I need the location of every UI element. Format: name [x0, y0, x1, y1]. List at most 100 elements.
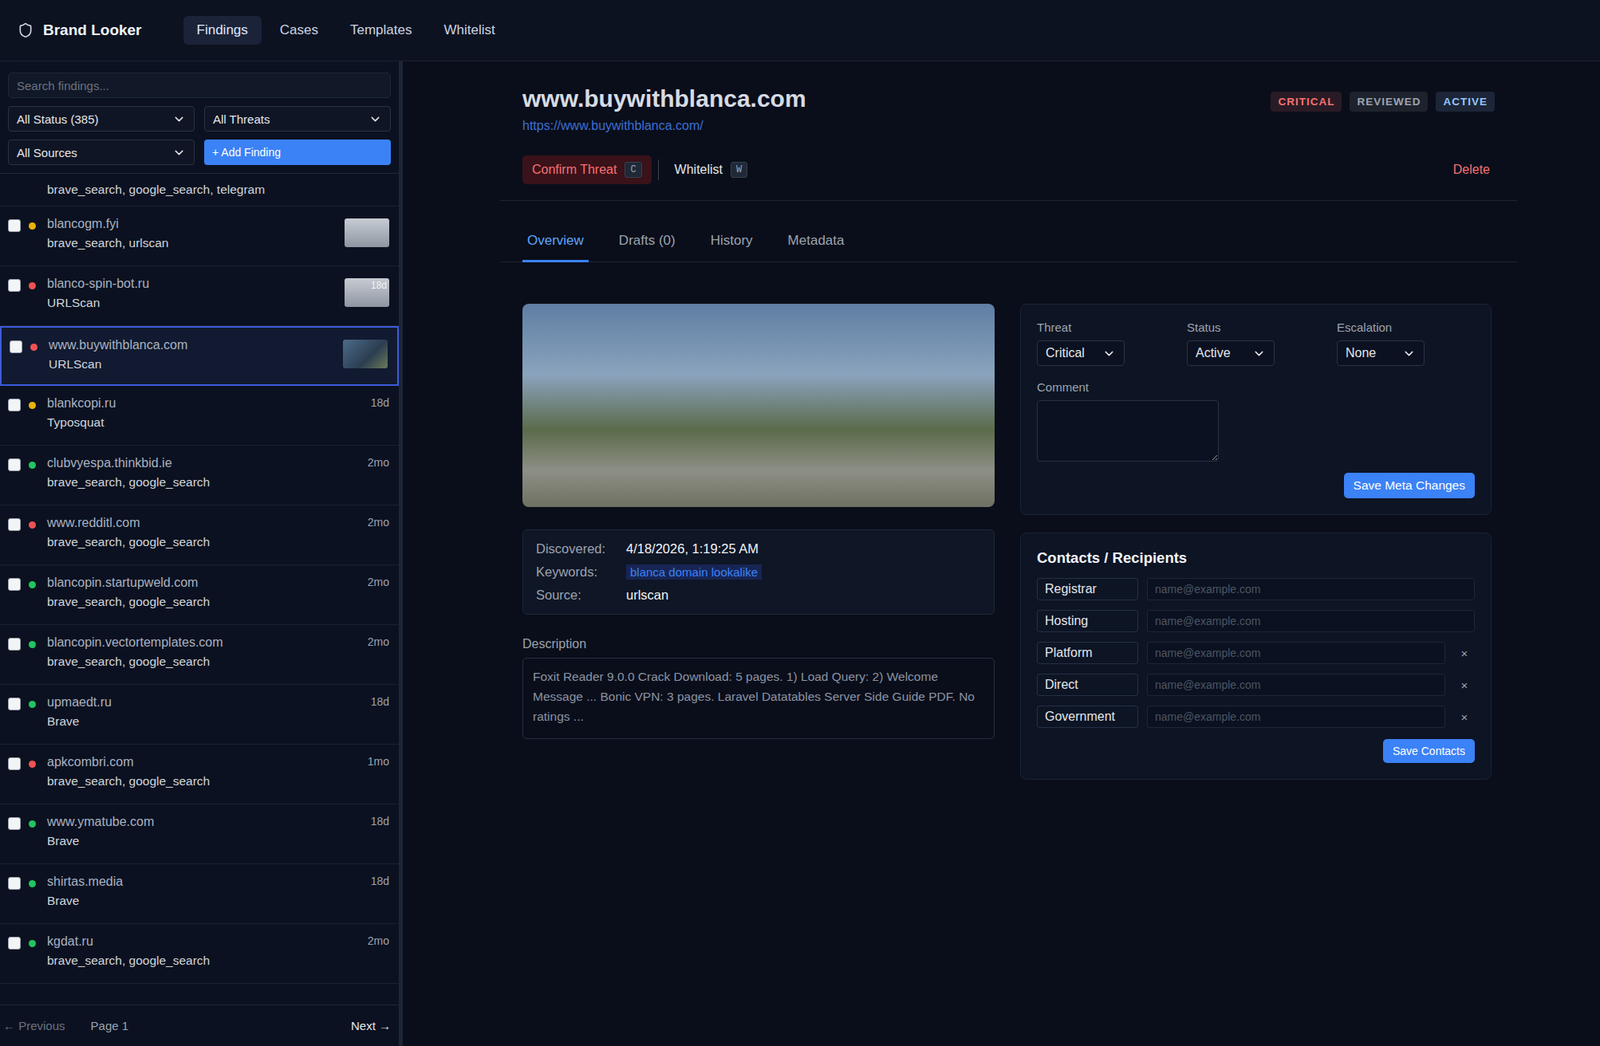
- contact-label: Direct: [1036, 673, 1139, 697]
- meta-card: ThreatCriticalStatusActiveEscalationNone…: [1020, 303, 1492, 516]
- contact-input[interactable]: [1146, 705, 1446, 729]
- row-checkbox[interactable]: [7, 937, 21, 950]
- comment-input[interactable]: [1036, 400, 1219, 462]
- info-label: Discovered:: [535, 541, 627, 557]
- row-checkbox[interactable]: [7, 877, 21, 891]
- contact-row: Platform×: [1036, 642, 1475, 665]
- contact-input[interactable]: [1146, 578, 1475, 601]
- action-button[interactable]: WhitelistW: [665, 155, 758, 185]
- info-value: urlscan: [626, 587, 982, 603]
- finding-row[interactable]: upmaedt.ruBrave18d: [0, 685, 399, 745]
- contact-input[interactable]: [1146, 673, 1446, 697]
- finding-row[interactable]: blancogm.fyibrave_search, urlscan: [0, 206, 399, 267]
- nav-tab[interactable]: Findings: [183, 15, 262, 45]
- threat-dot: [28, 940, 36, 948]
- threat-dot: [30, 343, 38, 351]
- description-field[interactable]: Foxit Reader 9.0.0 Crack Download: 5 pag…: [522, 658, 995, 740]
- finding-sources: Brave: [47, 834, 363, 849]
- finding-age: 2mo: [367, 456, 390, 469]
- finding-row[interactable]: www.redditl.combrave_search, google_sear…: [0, 505, 399, 566]
- row-checkbox[interactable]: [9, 340, 23, 354]
- row-checkbox[interactable]: [7, 638, 21, 651]
- row-checkbox[interactable]: [7, 398, 21, 412]
- nav-tab[interactable]: Templates: [336, 15, 426, 45]
- finding-row[interactable]: brave_search, google_search, telegram: [0, 173, 399, 207]
- threat-dot: [28, 521, 36, 529]
- contact-row: Government×: [1036, 705, 1475, 729]
- detail-tab[interactable]: History: [705, 223, 758, 263]
- detail-tab[interactable]: Drafts (0): [614, 223, 681, 263]
- row-checkbox[interactable]: [7, 279, 21, 292]
- status-badge: ACTIVE: [1435, 91, 1495, 112]
- contact-input[interactable]: [1146, 642, 1446, 665]
- shortcut-key: C: [624, 161, 642, 178]
- field-label: Status: [1186, 320, 1337, 335]
- filter-select[interactable]: All Status (385): [7, 106, 195, 132]
- remove-button[interactable]: ×: [1454, 709, 1475, 726]
- top-nav: Brand LookerFindingsCasesTemplatesWhitel…: [0, 0, 1600, 62]
- row-checkbox[interactable]: [7, 578, 21, 592]
- finding-row[interactable]: blancopin.startupweld.combrave_search, g…: [0, 565, 399, 626]
- chevron-down-icon: [1402, 346, 1416, 361]
- row-checkbox[interactable]: [7, 219, 21, 233]
- field-label: Escalation: [1336, 320, 1475, 335]
- meta-select[interactable]: None: [1336, 340, 1425, 367]
- next-button[interactable]: Next →: [350, 1019, 391, 1033]
- shield-icon: [17, 22, 34, 39]
- filter-select[interactable]: All Threats: [204, 106, 391, 132]
- threat-dot: [28, 880, 36, 888]
- finding-url[interactable]: https://www.buywithblanca.com/: [522, 118, 807, 134]
- nav-tab[interactable]: Cases: [266, 15, 332, 45]
- add-finding-button[interactable]: + Add Finding: [204, 139, 391, 166]
- finding-row[interactable]: apkcombri.combrave_search, google_search…: [0, 744, 399, 805]
- previous-button[interactable]: ← Previous: [3, 1019, 66, 1033]
- finding-row[interactable]: www.ymatube.com Brave 18d: [0, 804, 399, 865]
- meta-select[interactable]: Critical: [1036, 340, 1125, 367]
- search-input[interactable]: [7, 72, 391, 99]
- remove-button[interactable]: ×: [1454, 646, 1475, 662]
- info-label: Source:: [535, 587, 627, 603]
- save-contacts-button[interactable]: Save Contacts: [1383, 739, 1475, 764]
- finding-row[interactable]: shirtas.mediaBrave18d: [0, 864, 399, 925]
- contact-row: Direct ×: [1036, 673, 1475, 697]
- threat-dot: [28, 461, 36, 469]
- sidebar: All Status (385) All Threats All Sources + …: [0, 61, 403, 1046]
- detail-tab[interactable]: Overview: [522, 223, 589, 263]
- status-badge: REVIEWED: [1349, 91, 1428, 112]
- finding-title: www.buywithblanca.com: [522, 85, 807, 113]
- finding-domain: www.ymatube.com: [47, 815, 363, 830]
- field-label: Comment: [1036, 380, 1475, 395]
- meta-select[interactable]: Active: [1186, 340, 1275, 367]
- contact-label: Registrar: [1036, 578, 1139, 601]
- contact-input[interactable]: [1146, 610, 1475, 633]
- action-button[interactable]: Confirm ThreatC: [522, 155, 652, 185]
- row-checkbox[interactable]: [7, 757, 21, 771]
- finding-row[interactable]: kgdat.rubrave_search, google_search2mo: [0, 924, 399, 985]
- detail-tabs: Overview Drafts (0) History Metadata: [500, 223, 1518, 263]
- detail-tab[interactable]: Metadata: [783, 223, 850, 263]
- save-meta-button[interactable]: Save Meta Changes: [1343, 472, 1475, 499]
- app: Brand LookerFindingsCasesTemplatesWhitel…: [0, 0, 1600, 1046]
- chevron-down-icon: [172, 145, 186, 160]
- remove-button[interactable]: ×: [1454, 677, 1475, 694]
- finding-row[interactable]: blancopin.vectortemplates.combrave_searc…: [0, 625, 399, 686]
- nav-tab[interactable]: Whitelist: [429, 15, 509, 45]
- finding-thumbnail: 18d: [344, 278, 390, 308]
- delete-button[interactable]: Delete: [1448, 161, 1495, 178]
- chevron-down-icon: [172, 112, 186, 127]
- threat-dot: [28, 282, 36, 290]
- filter-select[interactable]: All Sources: [7, 139, 195, 166]
- finding-row[interactable]: blanco-spin-bot.ruURLScan18d: [0, 266, 399, 327]
- info-value: 4/18/2026, 1:19:25 AM: [626, 541, 982, 557]
- finding-row[interactable]: clubvyespa.thinkbid.iebrave_search, goog…: [0, 445, 399, 506]
- row-checkbox[interactable]: [7, 697, 21, 711]
- finding-domain: blancopin.startupweld.com: [47, 575, 360, 591]
- finding-domain: shirtas.media: [47, 874, 363, 890]
- chevron-down-icon: [368, 112, 383, 127]
- finding-row[interactable]: blankcopi.ruTyposquat18d: [0, 386, 399, 446]
- row-checkbox[interactable]: [7, 518, 21, 532]
- finding-row[interactable]: www.buywithblanca.comURLScan: [0, 326, 399, 387]
- row-checkbox[interactable]: [7, 817, 21, 831]
- finding-age: 18d: [370, 815, 390, 828]
- row-checkbox[interactable]: [7, 458, 21, 472]
